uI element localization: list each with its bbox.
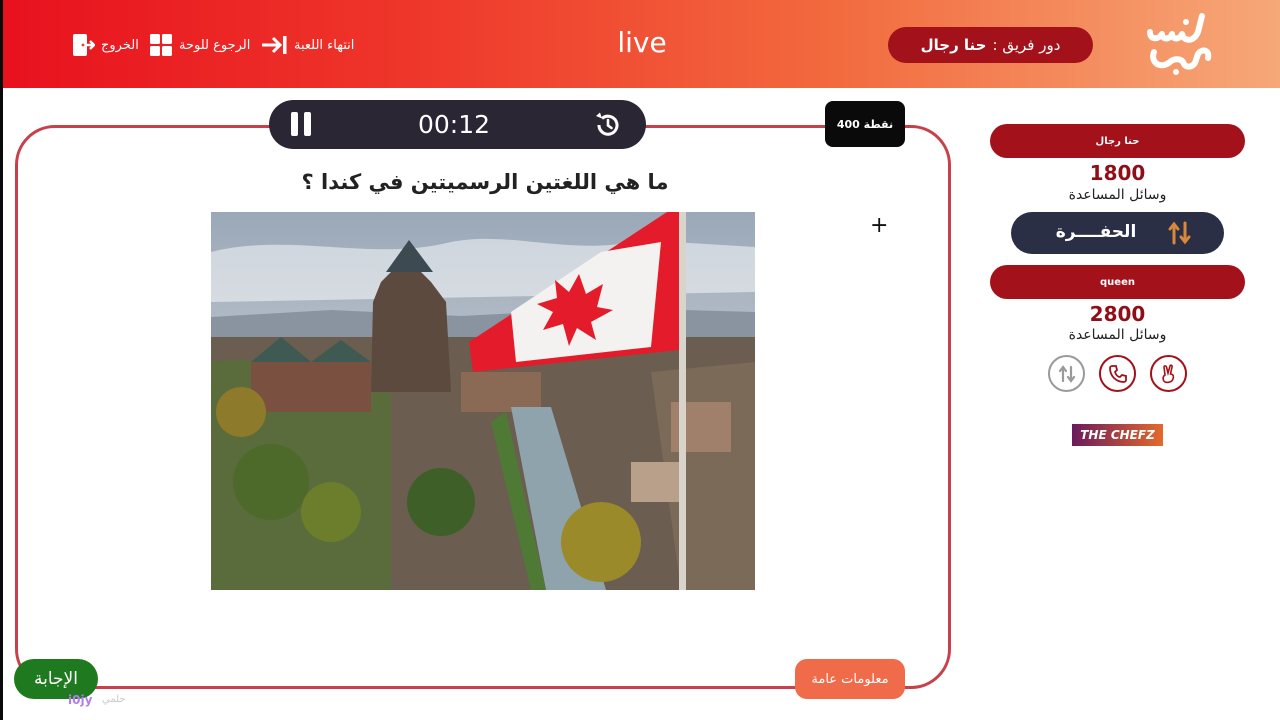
back-to-board-button[interactable]: الرجوع للوحة	[149, 32, 250, 58]
arrow-to-bar-icon	[262, 36, 287, 54]
end-game-button[interactable]: انتهاء اللعبة	[260, 32, 354, 58]
team-2-double-lifeline[interactable]	[1150, 355, 1187, 392]
pit-lifeline-label: الحفــــرة	[1055, 222, 1137, 242]
exit-door-icon	[73, 34, 95, 56]
sponsor-logo: THE CHEFZ	[1072, 424, 1163, 446]
category-tag: معلومات عامة	[795, 659, 905, 699]
reset-timer-icon[interactable]	[593, 110, 623, 140]
back-to-board-label: الرجوع للوحة	[179, 37, 251, 53]
team-2-aids-label: وسائل المساعدة	[1068, 327, 1167, 343]
watermark-handle: i0jy	[68, 693, 93, 707]
window-edge	[0, 0, 3, 720]
watermark-text: حلمي	[102, 694, 126, 705]
question-image	[211, 212, 755, 590]
team-2-swap-lifeline[interactable]	[1048, 355, 1085, 392]
pit-lifeline-button[interactable]: الحفــــرة	[1011, 212, 1224, 254]
question-text: ما هي اللغتين الرسميتين في كندا ؟	[301, 170, 669, 194]
turn-team-name: حنا رجال	[920, 36, 987, 54]
swap-arrows-icon	[1058, 365, 1076, 383]
live-indicator: live	[617, 26, 667, 59]
points-badge: 400 نقطة	[825, 101, 905, 147]
swap-arrows-icon	[1168, 221, 1191, 245]
current-turn-pill: دور فريق : حنا رجال	[888, 27, 1093, 63]
exit-button[interactable]: الخروج	[71, 32, 139, 58]
end-game-label: انتهاء اللعبة	[294, 37, 355, 53]
timer-value: 00:12	[417, 110, 491, 139]
two-fingers-icon	[1162, 364, 1175, 384]
team-1-name-pill: حنا رجال	[990, 124, 1245, 158]
phone-icon	[1109, 365, 1127, 383]
team-1-aids-label: وسائل المساعدة	[1068, 187, 1167, 203]
team-2-name-pill: queen	[990, 265, 1245, 299]
team-2-score: 2800	[1089, 302, 1146, 326]
seen-jeem-logo	[1147, 13, 1212, 75]
grid-board-icon	[150, 34, 172, 56]
quebec-city-canada-flag-photo	[211, 212, 755, 590]
timer-bar: 00:12	[269, 100, 646, 149]
team-1-score: 1800	[1089, 161, 1146, 185]
turn-prefix: دور فريق :	[992, 36, 1061, 54]
team-2-call-lifeline[interactable]	[1099, 355, 1136, 392]
pause-icon[interactable]	[291, 112, 313, 136]
plus-icon[interactable]: +	[870, 213, 888, 238]
exit-label: الخروج	[101, 37, 139, 53]
